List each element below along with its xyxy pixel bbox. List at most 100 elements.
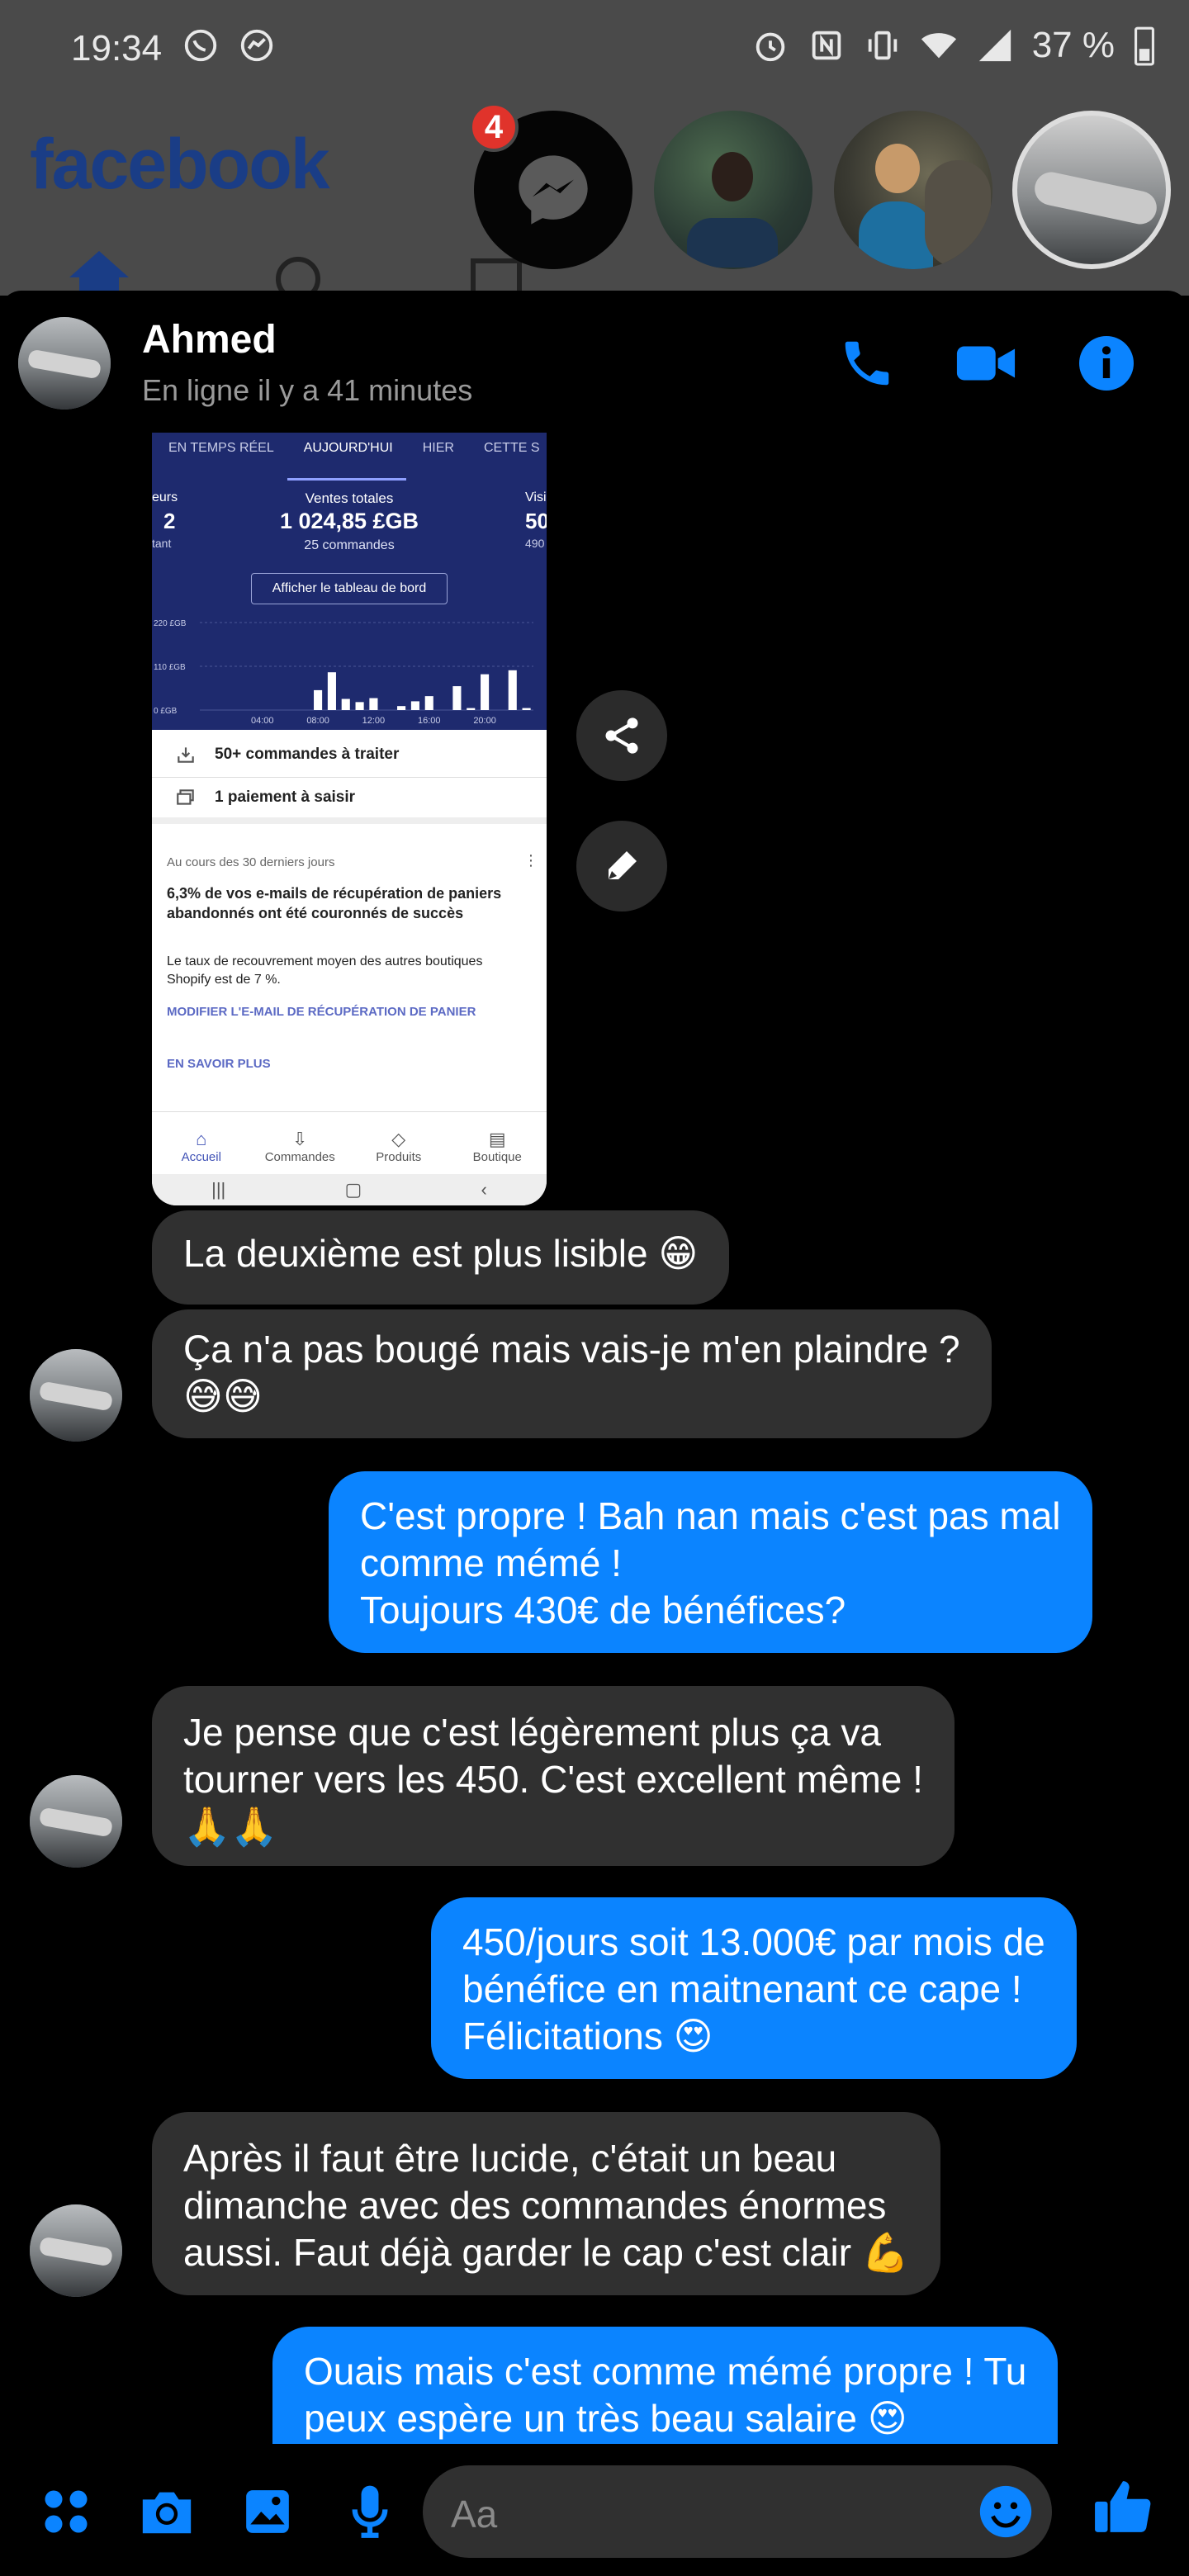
share-button[interactable] — [576, 690, 667, 781]
message-incoming-4[interactable]: Après il faut être lucide, c'était un be… — [152, 2112, 941, 2295]
facebook-logo: facebook — [30, 125, 330, 204]
home-circle-icon: ▢ — [344, 1179, 362, 1200]
whatsapp-icon — [184, 29, 217, 62]
chart-bar — [327, 672, 336, 710]
home-icon — [69, 251, 129, 297]
message-text: Félicitations 😍 — [462, 2015, 713, 2057]
chart-bar — [397, 706, 406, 710]
alarm-icon — [756, 32, 784, 62]
partial-right-value: 50 — [525, 509, 547, 533]
avatar — [925, 160, 991, 268]
message-incoming-3[interactable]: Je pense que c'est légèrement plus ça va… — [152, 1686, 955, 1866]
download-tray-icon — [178, 746, 194, 763]
chart-x-tick: 12:00 — [362, 716, 386, 726]
card-link-modify: MODIFIER L'E-MAIL DE RÉCUPÉRATION DE PAN… — [167, 1005, 476, 1019]
payment-icon — [177, 789, 194, 805]
message-outgoing-1[interactable]: C'est propre ! Bah nan mais c'est pas ma… — [329, 1471, 1092, 1653]
message-incoming-1[interactable]: La deuxième est plus lisible 😁 — [152, 1210, 730, 1305]
chart-x-tick: 16:00 — [418, 716, 441, 726]
card-link-learn-more: EN SAVOIR PLUS — [167, 1057, 271, 1071]
image-icon — [246, 2490, 289, 2533]
voice-message-button[interactable] — [339, 2480, 401, 2543]
signal-icon — [978, 29, 1011, 62]
partial-right-sub: 490 — [525, 537, 545, 550]
four-dots-icon — [45, 2490, 88, 2533]
dashboard-button: Afficher le tableau de bord — [251, 573, 448, 604]
message-text: Toujours 430€ de bénéfices? — [360, 1589, 846, 1631]
message-input[interactable] — [423, 2465, 1052, 2558]
nav-home: ⌂ Accueil — [152, 1112, 251, 1177]
more-options-icon: ⋮ — [523, 852, 538, 869]
contact-chathead-3[interactable] — [1012, 111, 1171, 269]
chart-x-tick: 08:00 — [306, 716, 329, 726]
avatar — [1031, 168, 1160, 228]
message-text: dimanche avec des commandes énormes — [183, 2184, 887, 2227]
contact-avatar[interactable] — [18, 317, 111, 410]
message-outgoing-2[interactable]: 450/jours soit 13.000€ par mois de bénéf… — [431, 1897, 1077, 2079]
avatar — [875, 144, 920, 193]
contact-status: En ligne il y a 41 minutes — [142, 373, 473, 407]
smiley-icon — [979, 2485, 1032, 2538]
message-text: 🙏🙏 — [183, 1805, 278, 1848]
partial-right-label: Visi — [525, 490, 547, 504]
back-icon: ‹ — [481, 1179, 487, 1200]
call-button[interactable] — [836, 332, 898, 395]
contact-avatar-small[interactable] — [30, 1775, 122, 1868]
payment-text: 1 paiement à saisir — [215, 788, 356, 806]
nav-orders: ⇩ Commandes — [251, 1112, 350, 1177]
gallery-button[interactable] — [236, 2480, 299, 2543]
info-icon — [1079, 336, 1134, 391]
battery-icon — [1135, 26, 1154, 66]
shared-screenshot[interactable]: EN TEMPS RÉEL AUJOURD'HUI HIER CETTE S e… — [152, 433, 547, 1205]
avatar — [712, 152, 753, 201]
message-outgoing-3[interactable]: Ouais mais c'est comme mémé propre ! Tu … — [272, 2327, 1059, 2444]
pending-orders-text: 50+ commandes à traiter — [215, 745, 400, 763]
message-text: peux espère un très beau salaire 😍 — [304, 2397, 907, 2440]
chart-x-tick: 04:00 — [251, 716, 274, 726]
chart-bar — [467, 708, 476, 710]
vibrate-icon — [868, 31, 897, 60]
period-tabs: EN TEMPS RÉEL AUJOURD'HUI HIER CETTE S — [152, 433, 547, 481]
payment-row: 1 paiement à saisir — [152, 778, 547, 824]
message-incoming-2[interactable]: Ça n'a pas bougé mais vais-je m'en plain… — [152, 1309, 992, 1438]
camera-button[interactable] — [135, 2480, 198, 2543]
contact-name[interactable]: Ahmed — [142, 317, 277, 362]
orders-count: 25 commandes — [304, 538, 395, 552]
status-bar: 19:34 37 % — [0, 0, 1189, 97]
nav-store: ▤ Boutique — [448, 1112, 547, 1177]
sales-bar-chart: 220 £GB 110 £GB 0 £GB 04:00 08:00 12:00 16:00 2… — [154, 619, 533, 726]
recents-icon: ||| — [211, 1179, 226, 1200]
emoji-button[interactable] — [974, 2480, 1037, 2543]
more-actions-button[interactable] — [35, 2480, 97, 2543]
avatar — [687, 218, 778, 268]
chart-bar — [481, 674, 490, 710]
video-camera-icon — [956, 346, 1016, 381]
message-text: Je pense que c'est légèrement plus ça va — [183, 1711, 881, 1754]
contact-avatar-small[interactable] — [30, 2204, 122, 2297]
messenger-icon — [240, 29, 273, 62]
share-icon — [605, 717, 638, 754]
message-text: tourner vers les 450. C'est excellent mê… — [183, 1758, 923, 1801]
contact-chathead-1[interactable] — [654, 111, 812, 269]
pencil-icon — [609, 851, 637, 879]
chart-bar — [410, 701, 419, 710]
chart-y-tick: 110 £GB — [154, 663, 186, 672]
like-button[interactable] — [1092, 2475, 1154, 2538]
status-right-icons: 37 % — [751, 25, 1156, 66]
store-icon: ▤ — [488, 1129, 506, 1149]
message-text: bénéfice en maitnenant ce cape ! — [462, 1968, 1022, 2010]
contact-chathead-2[interactable] — [834, 111, 992, 269]
edit-button[interactable] — [576, 821, 667, 912]
status-left-icons — [182, 26, 276, 64]
home-icon: ⌂ — [196, 1129, 207, 1149]
contact-avatar-small[interactable] — [30, 1349, 122, 1442]
info-button[interactable] — [1075, 332, 1138, 395]
tab-yesterday: HIER — [422, 441, 454, 455]
video-call-button[interactable] — [955, 332, 1017, 395]
card-caption: Au cours des 30 derniers jours — [167, 855, 335, 869]
stats-header: EN TEMPS RÉEL AUJOURD'HUI HIER CETTE S e… — [152, 433, 547, 730]
chart-bar — [452, 686, 462, 710]
pending-orders-row: 50+ commandes à traiter — [152, 732, 547, 778]
tag-icon: ◇ — [391, 1129, 406, 1149]
status-time: 19:34 — [71, 28, 163, 69]
